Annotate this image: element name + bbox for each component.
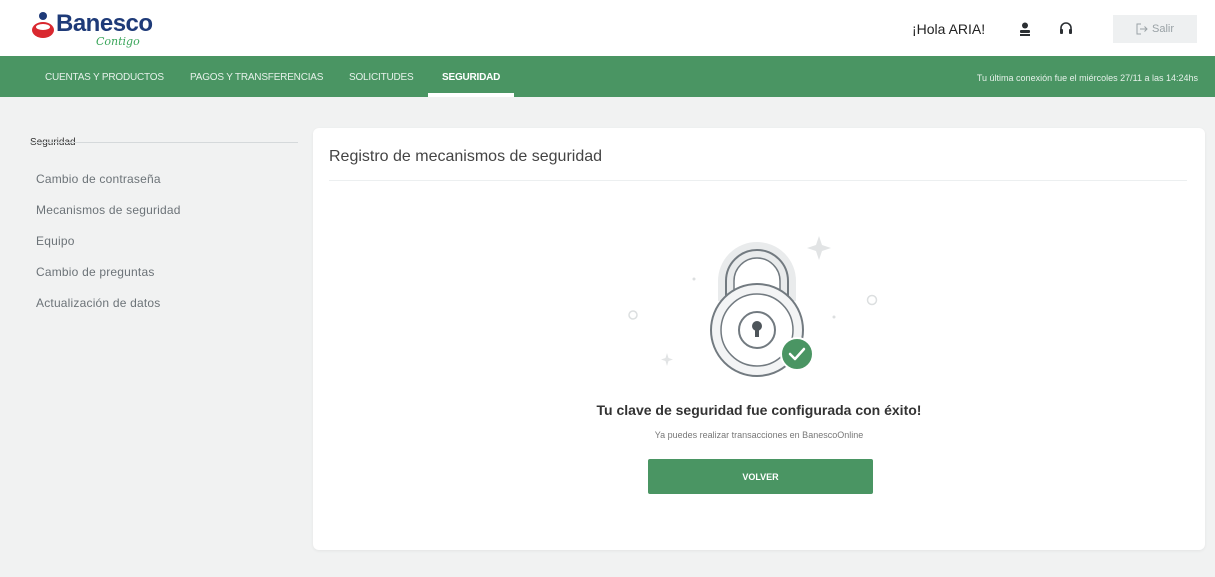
- sidebar-item-actualizacion-de-datos[interactable]: Actualización de datos: [36, 296, 160, 310]
- top-header: Banesco Contigo ¡Hola ARIA! Salir: [0, 0, 1215, 56]
- tab-solicitudes[interactable]: SOLICITUDES: [349, 56, 414, 97]
- banesco-logo[interactable]: Banesco Contigo: [30, 8, 170, 50]
- logout-label: Salir: [1151, 23, 1174, 35]
- sidebar-item-cambio-de-preguntas[interactable]: Cambio de preguntas: [36, 265, 155, 279]
- success-title: Tu clave de seguridad fue configurada co…: [596, 402, 922, 418]
- logout-button[interactable]: Salir: [1113, 15, 1197, 43]
- content-card: Registro de mecanismos de seguridad Tu c…: [313, 128, 1205, 550]
- tab-pagos-y-transferencias[interactable]: PAGOS Y TRANSFERENCIAS: [190, 56, 323, 97]
- logo-name: Banesco: [56, 10, 153, 37]
- banesco-logo-mark-icon: [32, 12, 54, 38]
- logo-tagline: Contigo: [96, 35, 140, 48]
- success-subtitle: Ya puedes realizar transacciones en Bane…: [654, 430, 864, 440]
- tab-seguridad[interactable]: SEGURIDAD: [442, 56, 500, 97]
- last-login-info: Tu última conexión fue el miércoles 27/1…: [976, 73, 1198, 83]
- sidebar-item-cambio-de-contrasena[interactable]: Cambio de contraseña: [36, 172, 161, 186]
- main-nav: CUENTAS Y PRODUCTOS PAGOS Y TRANSFERENCI…: [0, 56, 1215, 97]
- padlock-check-icon: [628, 236, 878, 377]
- logout-icon: [1136, 23, 1148, 35]
- user-icon[interactable]: [1014, 18, 1036, 40]
- card-divider: [329, 180, 1187, 181]
- headset-icon[interactable]: [1055, 18, 1077, 40]
- sidebar-divider: [30, 142, 298, 143]
- user-greeting: ¡Hola ARIA!: [912, 21, 986, 37]
- sidebar-item-mecanismos-de-seguridad[interactable]: Mecanismos de seguridad: [36, 203, 181, 217]
- sidebar-item-equipo[interactable]: Equipo: [36, 234, 75, 248]
- tab-cuentas-y-productos[interactable]: CUENTAS Y PRODUCTOS: [45, 56, 164, 97]
- active-tab-indicator: [428, 93, 514, 97]
- volver-button[interactable]: VOLVER: [648, 459, 873, 494]
- page-title: Registro de mecanismos de seguridad: [329, 148, 603, 165]
